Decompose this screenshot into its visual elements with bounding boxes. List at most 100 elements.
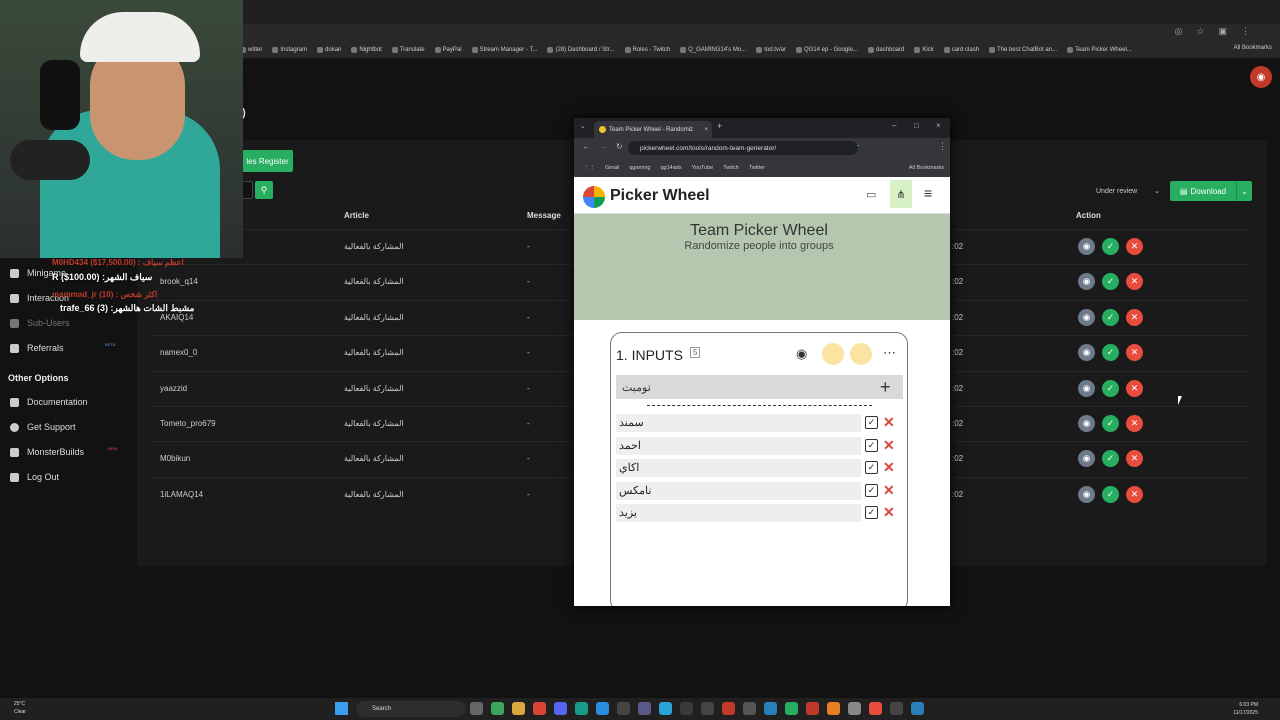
bookmark[interactable]: Q_GAMING14's Mo... — [680, 47, 746, 53]
back-icon[interactable]: ← — [582, 142, 590, 151]
bookmark[interactable]: witter — [240, 47, 262, 53]
approve-icon[interactable]: ✓ — [1102, 308, 1119, 326]
app-icon[interactable] — [743, 702, 756, 715]
bookmark[interactable]: Twitter — [749, 165, 765, 171]
more-icon[interactable]: ⋯ — [883, 345, 896, 361]
avatar[interactable]: ◉ — [1250, 66, 1272, 88]
app-icon[interactable] — [722, 702, 735, 715]
bookmark[interactable]: QG14 ep - Google... — [795, 47, 858, 53]
chrome-icon[interactable] — [533, 702, 546, 715]
forward-icon[interactable]: → — [600, 142, 608, 151]
all-bookmarks[interactable]: All Bookmarks — [1234, 45, 1272, 51]
bookmark[interactable]: qg14ads — [660, 165, 681, 171]
bookmark[interactable]: card clash — [943, 47, 979, 53]
extensions-icon[interactable]: ▣ — [1218, 26, 1227, 37]
bookmark[interactable]: tod.tv/ar — [756, 47, 786, 53]
reject-icon[interactable]: ✕ — [1126, 415, 1143, 432]
bookmark[interactable]: Nightbot — [351, 47, 382, 53]
reject-icon[interactable]: ✕ — [1126, 238, 1143, 255]
app-icon[interactable] — [617, 702, 630, 715]
app-icon[interactable] — [869, 702, 882, 715]
edge-icon[interactable] — [596, 702, 609, 715]
tab-picker-wheel[interactable]: Team Picker Wheel - Randomiz × — [594, 121, 712, 138]
task-view-icon[interactable] — [470, 702, 483, 715]
tab-search-icon[interactable]: ⌄ — [580, 122, 586, 130]
discord-icon[interactable] — [554, 702, 567, 715]
sort-icon[interactable] — [850, 343, 872, 365]
app-icon[interactable] — [890, 702, 903, 715]
status-select[interactable]: Under review ⌄ — [1090, 181, 1166, 201]
add-input-field[interactable] — [616, 375, 903, 399]
sidebar-item-documentation[interactable]: Documentation — [10, 397, 88, 407]
checkbox[interactable]: ✓ — [865, 416, 878, 429]
plus-icon[interactable]: + — [880, 377, 891, 398]
view-icon[interactable]: ◉ — [1078, 308, 1095, 326]
apps-icon[interactable]: ⋮⋮ — [584, 165, 595, 171]
app-icon[interactable] — [491, 702, 504, 715]
chevron-down-icon[interactable]: ⌄ — [1236, 181, 1252, 201]
taskbar-search[interactable]: Search — [356, 701, 466, 717]
delete-icon[interactable]: ✕ — [883, 437, 895, 454]
telegram-icon[interactable] — [659, 702, 672, 715]
checkbox[interactable]: ✓ — [865, 438, 878, 452]
reload-icon[interactable]: ↻ — [616, 142, 623, 151]
menu-icon[interactable]: ⋮ — [1241, 26, 1250, 37]
approve-icon[interactable]: ✓ — [1102, 485, 1119, 503]
star-icon[interactable]: ☆ — [1196, 26, 1204, 37]
close-icon[interactable]: × — [936, 121, 941, 130]
minimize-icon[interactable]: – — [892, 121, 896, 130]
steam-icon[interactable] — [680, 702, 693, 715]
bookmark[interactable]: The best ChatBot an... — [989, 47, 1057, 53]
view-icon[interactable]: ◉ — [1078, 238, 1095, 255]
reject-icon[interactable]: ✕ — [1126, 308, 1143, 326]
url-bar[interactable]: pickerwheel.com/tools/random-team-genera… — [628, 141, 858, 155]
hamburger-menu-icon[interactable]: ≡ — [924, 185, 932, 201]
sidebar-item-sub-users[interactable]: Sub-Users — [10, 318, 70, 328]
bookmark[interactable]: dashboard — [867, 47, 904, 53]
sidebar-item-get-support[interactable]: Get Support — [10, 422, 76, 432]
bookmark[interactable]: Kick — [914, 47, 934, 53]
bookmark[interactable]: YouTube — [692, 165, 714, 171]
view-icon[interactable]: ◉ — [1078, 415, 1095, 432]
app-icon[interactable] — [785, 702, 798, 715]
maximize-icon[interactable]: □ — [914, 121, 919, 130]
delete-icon[interactable]: ✕ — [883, 414, 895, 431]
windows-start-icon[interactable] — [335, 702, 348, 715]
weather-widget[interactable]: 25°C Clear — [14, 700, 26, 716]
bookmark[interactable]: Instagram — [272, 47, 307, 53]
bookmark[interactable]: dokan — [317, 47, 341, 53]
checkbox[interactable]: ✓ — [865, 461, 878, 474]
sidebar-item-log-out[interactable]: Log Out — [10, 472, 59, 482]
checkbox[interactable]: ✓ — [865, 483, 878, 497]
download-button[interactable]: ▤ Download ⌄ — [1170, 181, 1252, 201]
app-icon[interactable] — [638, 702, 651, 715]
app-icon[interactable] — [827, 702, 840, 715]
reject-icon[interactable]: ✕ — [1126, 379, 1143, 397]
reject-icon[interactable]: ✕ — [1126, 485, 1143, 503]
folder-icon[interactable]: ▭ — [866, 188, 876, 201]
delete-icon[interactable]: ✕ — [883, 459, 895, 476]
bookmark[interactable]: Twitch — [723, 165, 739, 171]
all-bookmarks[interactable]: All Bookmarks — [909, 165, 944, 171]
brand-name[interactable]: Picker Wheel — [610, 187, 710, 205]
bookmark[interactable]: Roles - Twitch — [624, 47, 670, 53]
bookmark[interactable]: Team Picker Wheel... — [1067, 47, 1132, 53]
checkbox[interactable]: ✓ — [865, 506, 878, 519]
delete-icon[interactable]: ✕ — [883, 482, 895, 499]
app-icon[interactable] — [764, 702, 777, 715]
app-icon[interactable] — [806, 702, 819, 715]
sidebar-item-monsterbuilds[interactable]: MonsterBuilds — [10, 447, 84, 457]
file-explorer-icon[interactable] — [512, 702, 525, 715]
approve-icon[interactable]: ✓ — [1102, 379, 1119, 397]
bookmark[interactable]: (28) Dashboard / Str... — [547, 47, 615, 53]
eye-off-icon[interactable]: ◎ — [1175, 26, 1183, 37]
menu-icon[interactable]: ⋮ — [938, 141, 947, 152]
close-tab-icon[interactable]: × — [704, 127, 708, 133]
bookmark[interactable]: Translate — [391, 47, 425, 53]
view-icon[interactable]: ◉ — [1078, 379, 1095, 397]
app-icon[interactable] — [575, 702, 588, 715]
sidebar-item-referrals[interactable]: Referrals — [10, 343, 64, 353]
shuffle-icon[interactable] — [822, 343, 844, 365]
app-icon[interactable] — [911, 702, 924, 715]
delete-icon[interactable]: ✕ — [883, 504, 895, 521]
